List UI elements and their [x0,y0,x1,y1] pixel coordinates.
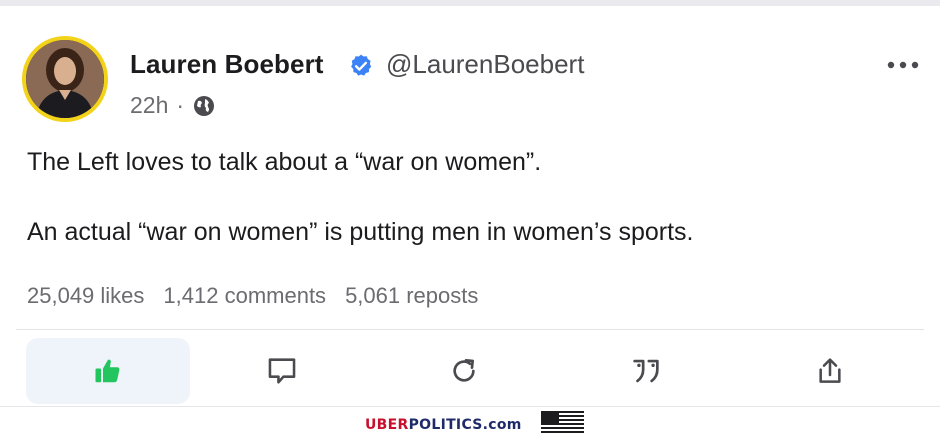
thumbs-up-icon [95,359,120,383]
action-bar [0,338,940,404]
comments-count[interactable]: 1,412 comments [163,283,326,309]
quote-icon [633,359,659,383]
repost-button[interactable] [428,338,500,404]
globe-icon [194,95,215,116]
verified-badge-icon [351,54,372,76]
reposts-count[interactable]: 5,061 reposts [345,283,478,309]
meta-separator: · [176,92,185,118]
quote-button[interactable] [610,338,682,404]
comment-icon [268,358,296,384]
author-name[interactable]: Lauren Boebert [130,49,324,80]
author-handle[interactable]: @LaurenBoebert [386,49,584,80]
brand-watermark: UBERPOLITICS.com [365,417,522,433]
avatar[interactable] [22,36,108,122]
more-dots-icon[interactable] [885,54,921,76]
brand-part-2: POLITICS.com [408,417,522,433]
us-flag-icon [541,411,584,435]
likes-count[interactable]: 25,049 likes [27,283,144,309]
divider [16,329,924,330]
post-meta: 22h · [130,92,216,119]
brand-part-1: UBER [365,417,409,433]
engagement-stats: 25,049 likes 1,412 comments 5,061 repost… [27,283,478,309]
post-time[interactable]: 22h [130,92,168,119]
post-card: Lauren Boebert @LaurenBoebert 22h · The … [0,6,940,406]
comment-button[interactable] [246,338,318,404]
post-text-line-1: The Left loves to talk about a “war on w… [27,148,542,176]
watermark-footer: UBERPOLITICS.com [0,407,940,438]
avatar-photo [26,40,104,118]
share-icon [819,358,841,383]
like-button[interactable] [26,338,190,404]
repost-icon [453,359,475,382]
post-text-line-2: An actual “war on women” is putting men … [27,218,694,246]
share-button[interactable] [794,338,866,404]
